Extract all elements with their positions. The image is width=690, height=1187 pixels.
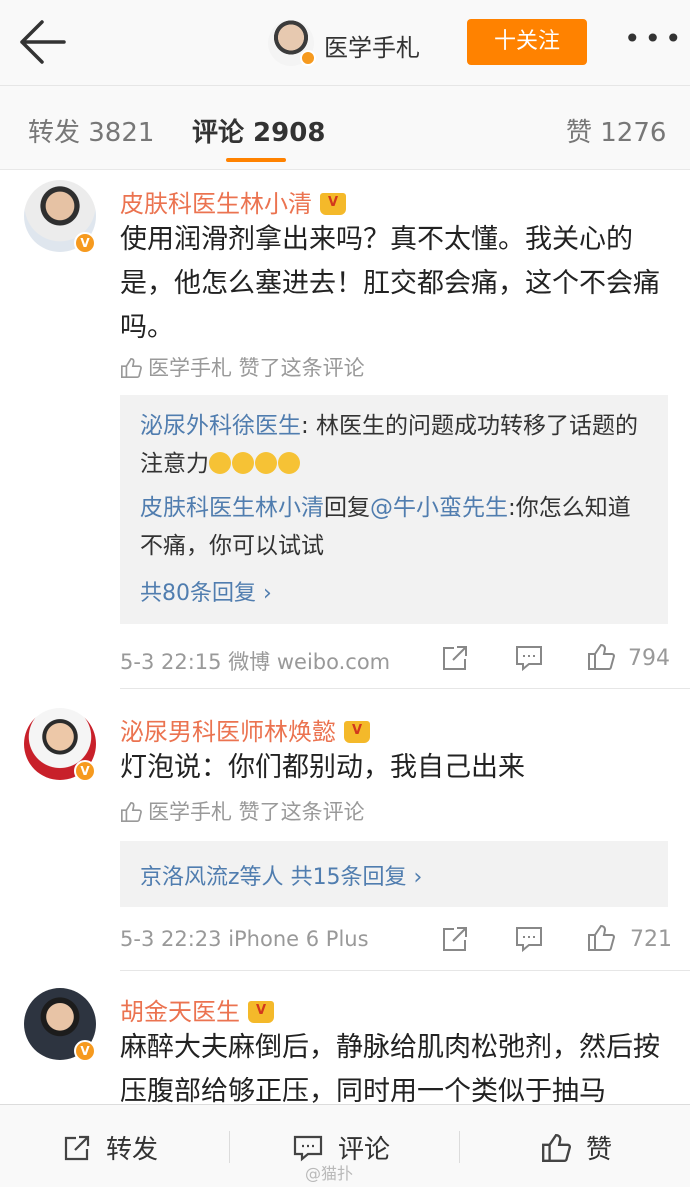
reply-box[interactable]: 泌尿外科徐医生: 林医生的问题成功转移了话题的注意力 皮肤科医生林小清回复@牛小…: [120, 395, 668, 624]
laugh-cry-emoji-icon: [209, 452, 231, 474]
comment-meta: 5-3 22:23 iPhone 6 Plus: [120, 927, 369, 951]
laugh-cry-emoji-icon: [232, 452, 254, 474]
crown-badge-icon: [344, 721, 370, 743]
divider: [120, 688, 690, 689]
verified-badge-icon: V: [74, 1040, 96, 1062]
comment-icon: [293, 1135, 323, 1162]
tab-comments[interactable]: 评论 2908: [192, 112, 325, 149]
comment-text: 使用润滑剂拿出来吗？真不太懂。我关心的是，他怎么塞进去！肛交都会痛，这个不会痛吗…: [120, 224, 660, 343]
like-count: 721: [630, 927, 672, 952]
separator: [459, 1131, 460, 1163]
like-icon[interactable]: [586, 642, 616, 672]
share-icon[interactable]: [440, 643, 470, 673]
top-nav-bar: 医学手札 十关注 •••: [0, 0, 690, 86]
repost-icon: [64, 1135, 90, 1161]
back-arrow-icon[interactable]: [16, 18, 68, 66]
view-all-replies-link[interactable]: 共80条回复 ›: [140, 575, 272, 607]
tab-likes[interactable]: 赞 1276: [566, 112, 666, 149]
like-icon[interactable]: [586, 923, 616, 953]
account-name[interactable]: 医学手札: [324, 28, 420, 63]
comment-icon[interactable]: [514, 643, 544, 673]
laugh-cry-emoji-icon: [255, 452, 277, 474]
like-button[interactable]: 赞: [540, 1129, 612, 1166]
separator: [229, 1131, 230, 1163]
reply-item[interactable]: 泌尿外科徐医生: 林医生的问题成功转移了话题的注意力: [140, 407, 650, 483]
comment-author[interactable]: 泌尿男科医师林焕懿: [120, 712, 370, 747]
crown-badge-icon: [248, 1001, 274, 1023]
reply-summary-box[interactable]: 京洛风流z等人 共15条回复 ›: [120, 841, 668, 907]
follow-button[interactable]: 十关注: [467, 19, 587, 65]
verified-badge-icon: V: [74, 232, 96, 254]
watermark: @猫扑: [305, 1164, 354, 1183]
more-options-icon[interactable]: •••: [624, 22, 686, 55]
author-liked-note: 医学手札 赞了这条评论: [120, 796, 365, 826]
comment-text: 麻醉大夫麻倒后，静脉给肌肉松弛剂，然后按压腹部给够正压，同时用一个类似于抽马: [120, 1032, 660, 1107]
tab-bar: 转发 3821 评论 2908 赞 1276: [0, 86, 690, 170]
like-count: 794: [628, 646, 670, 671]
thumb-up-icon: [121, 358, 142, 378]
author-liked-note: 医学手札 赞了这条评论: [120, 352, 365, 382]
comment-author[interactable]: 皮肤科医生林小清: [120, 184, 346, 219]
comment-author[interactable]: 胡金天医生: [120, 992, 274, 1027]
verified-badge-icon: V: [74, 760, 96, 782]
comment-meta: 5-3 22:15 微博 weibo.com: [120, 650, 391, 674]
like-icon: [542, 1134, 572, 1162]
active-tab-indicator: [226, 158, 286, 162]
comment-text: 灯泡说：你们都别动，我自己出来: [120, 752, 525, 783]
verified-badge-icon: [300, 50, 316, 66]
thumb-up-icon: [121, 802, 142, 822]
laugh-cry-emoji-icon: [278, 452, 300, 474]
share-icon[interactable]: [440, 924, 470, 954]
view-all-replies-link[interactable]: 京洛风流z等人 共15条回复 ›: [140, 859, 422, 891]
divider: [120, 970, 690, 971]
crown-badge-icon: [320, 193, 346, 215]
tab-repost[interactable]: 转发 3821: [28, 112, 154, 149]
reply-item[interactable]: 皮肤科医生林小清回复@牛小蛮先生:你怎么知道不痛，你可以试试: [140, 489, 650, 565]
comment-icon[interactable]: [514, 924, 544, 954]
repost-button[interactable]: 转发: [62, 1129, 158, 1166]
